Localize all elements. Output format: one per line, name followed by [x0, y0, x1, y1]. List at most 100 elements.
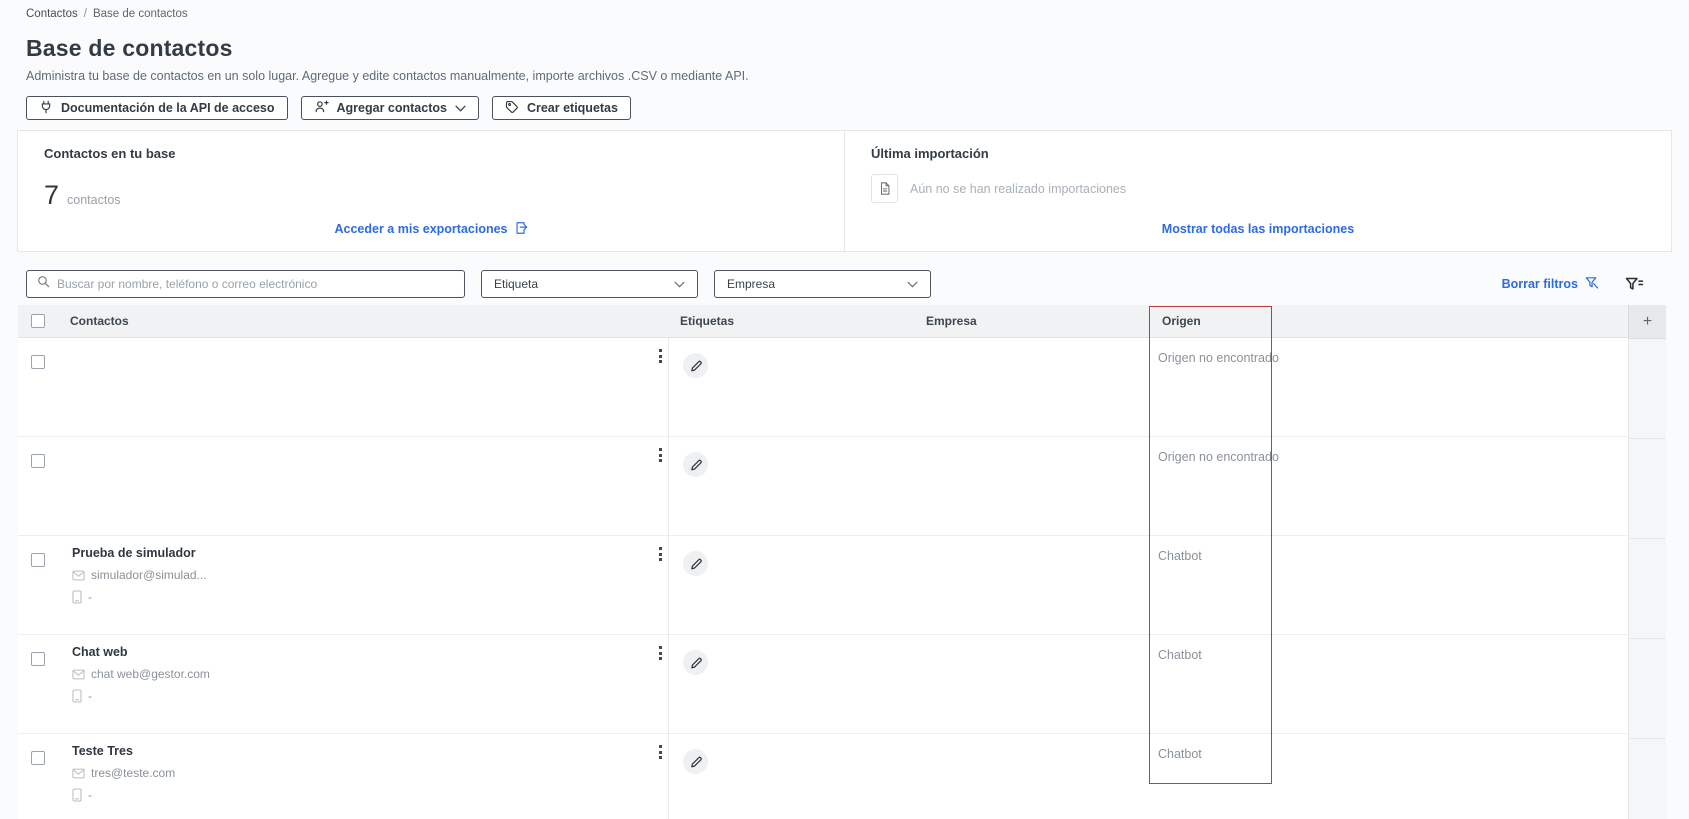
table-body: Origen no encontrado Origen no encontrad [18, 338, 1666, 819]
show-all-imports-link[interactable]: Mostrar todas las importaciones [1162, 222, 1354, 236]
export-icon [514, 221, 528, 238]
breadcrumb-separator: / [83, 8, 87, 20]
breadcrumb-current-page: Base de contactos [92, 8, 188, 20]
chevron-down-icon [455, 101, 466, 115]
origin-value: Origen no encontrado [1158, 351, 1279, 365]
edit-tags-button[interactable] [683, 353, 708, 378]
tag-filter-label: Etiqueta [494, 277, 539, 291]
column-header-origin: Origen [1162, 314, 1201, 328]
select-all-checkbox[interactable] [31, 314, 45, 328]
contact-email: chat web@gestor.com [91, 667, 210, 681]
edit-tags-button[interactable] [683, 551, 708, 576]
exports-link-label: Acceder a mis exportaciones [334, 222, 508, 236]
company-filter-label: Empresa [727, 277, 776, 291]
kebab-menu-icon[interactable] [652, 444, 668, 466]
contact-email-line: chat web@gestor.com [72, 667, 210, 681]
summary-card: Contactos en tu base 7 contactos Acceder… [17, 130, 1672, 252]
last-import-card: Última importación Aún no se han realiza… [844, 131, 1671, 251]
page-title: Base de contactos [26, 35, 233, 61]
contact-name[interactable]: Prueba de simulador [72, 546, 207, 560]
search-input[interactable] [57, 277, 454, 291]
origin-value: Chatbot [1158, 648, 1202, 662]
column-divider [668, 338, 669, 437]
contact-phone: - [88, 788, 92, 802]
contacts-count: 7 [44, 180, 60, 210]
table-row: Origen no encontrado [18, 338, 1628, 437]
company-filter-select[interactable]: Empresa [714, 270, 931, 298]
row-checkbox[interactable] [31, 751, 45, 765]
api-docs-button-label: Documentación de la API de acceso [61, 101, 275, 115]
api-docs-button[interactable]: Documentación de la API de acceso [26, 96, 288, 120]
table-header: Contactos Etiquetas Empresa Origen [18, 305, 1628, 338]
column-divider [668, 734, 669, 819]
page-subtitle: Administra tu base de contactos en un so… [26, 69, 749, 83]
kebab-menu-icon[interactable] [652, 741, 668, 763]
row-checkbox[interactable] [31, 355, 45, 369]
add-contacts-button[interactable]: Agregar contactos [300, 96, 479, 120]
contacts-table: Contactos Etiquetas Empresa Origen + Ori… [18, 305, 1666, 819]
table-row: Teste Tres tres@teste.com - Chatbot [18, 734, 1628, 819]
origin-value: Origen no encontrado [1158, 450, 1279, 464]
page-header: Contactos / Base de contactos Base de co… [0, 0, 1689, 120]
import-empty-row: Aún no se han realizado importaciones [871, 174, 1645, 203]
table-row: Chat web chat web@gestor.com - Chatbot [18, 635, 1628, 734]
kebab-menu-icon[interactable] [652, 642, 668, 664]
action-buttons: Documentación de la API de acceso Agrega… [26, 96, 1663, 120]
contacts-card-title: Contactos en tu base [44, 146, 176, 161]
contact-email-line: simulador@simulad... [72, 568, 207, 582]
clear-filters-link[interactable]: Borrar filtros [1502, 275, 1599, 293]
filter-bar: Etiqueta Empresa Borrar filtros [26, 270, 1666, 298]
contacts-count-row: 7 contactos [44, 180, 818, 211]
phone-icon [72, 689, 82, 703]
contacts-count-label: contactos [67, 193, 121, 207]
contact-email-line: tres@teste.com [72, 766, 175, 780]
chevron-down-icon [674, 277, 685, 291]
breadcrumb: Contactos / Base de contactos [26, 8, 1663, 20]
add-contacts-button-label: Agregar contactos [336, 101, 447, 115]
column-divider [668, 437, 669, 536]
person-add-icon [314, 99, 329, 117]
column-divider [668, 635, 669, 734]
add-column-button[interactable]: + [1628, 305, 1666, 339]
row-checkbox[interactable] [31, 652, 45, 666]
contact-info: Teste Tres tres@teste.com - [72, 744, 175, 802]
column-divider [668, 536, 669, 635]
document-icon [871, 174, 898, 203]
tag-icon [505, 100, 519, 117]
edit-tags-button[interactable] [683, 749, 708, 774]
email-icon [72, 570, 85, 581]
filter-clear-icon [1584, 275, 1599, 293]
contact-name[interactable]: Teste Tres [72, 744, 175, 758]
contact-name[interactable]: Chat web [72, 645, 210, 659]
column-header-company: Empresa [926, 314, 977, 328]
contact-phone-line: - [72, 788, 175, 802]
origin-value: Chatbot [1158, 747, 1202, 761]
contact-phone: - [88, 590, 92, 604]
contacts-count-card: Contactos en tu base 7 contactos Acceder… [18, 131, 844, 251]
contact-phone-line: - [72, 689, 210, 703]
exports-link[interactable]: Acceder a mis exportaciones [335, 221, 528, 238]
table-row: Origen no encontrado [18, 437, 1628, 536]
search-icon [37, 275, 50, 293]
edit-tags-button[interactable] [683, 452, 708, 477]
create-tags-button[interactable]: Crear etiquetas [491, 96, 631, 120]
filter-list-icon[interactable] [1625, 276, 1644, 293]
search-box [26, 270, 465, 298]
chevron-down-icon [907, 277, 918, 291]
add-column-rail [1628, 339, 1666, 819]
column-header-tags: Etiquetas [680, 314, 735, 328]
show-all-imports-label: Mostrar todas las importaciones [1161, 222, 1355, 236]
clear-filters-label: Borrar filtros [1501, 277, 1578, 291]
column-header-contacts: Contactos [70, 314, 129, 328]
kebab-menu-icon[interactable] [652, 345, 668, 367]
contact-info: Prueba de simulador simulador@simulad...… [72, 546, 207, 604]
edit-tags-button[interactable] [683, 650, 708, 675]
import-card-title: Última importación [871, 146, 989, 161]
email-icon [72, 768, 85, 779]
tag-filter-select[interactable]: Etiqueta [481, 270, 698, 298]
kebab-menu-icon[interactable] [652, 543, 668, 565]
breadcrumb-contactos[interactable]: Contactos [26, 8, 78, 20]
import-empty-message: Aún no se han realizado importaciones [910, 181, 1127, 196]
row-checkbox[interactable] [31, 454, 45, 468]
row-checkbox[interactable] [31, 553, 45, 567]
